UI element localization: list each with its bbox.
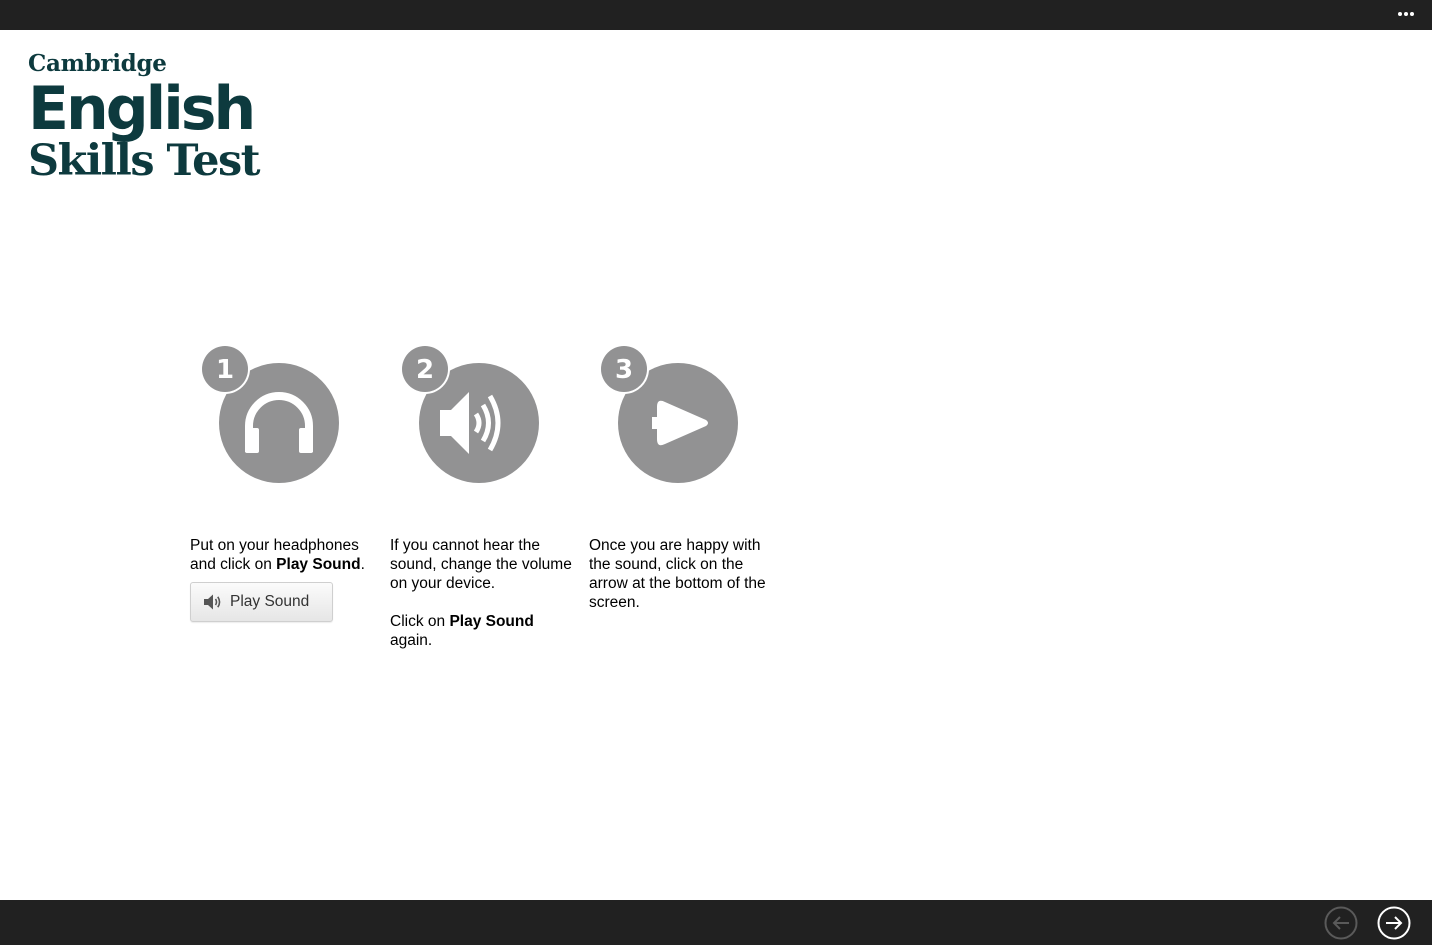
ellipsis-icon-dot [1398, 12, 1402, 16]
step-2-text-bold: Play Sound [449, 613, 534, 630]
step-1-instructions: Put on your headphones and click on Play… [190, 536, 375, 574]
speaker-volume-icon: 2 [390, 340, 550, 490]
step-3-instructions: Once you are happy with the sound, click… [589, 537, 766, 611]
step-2-text-end: again. [390, 632, 433, 649]
step-1-text-bold: Play Sound [276, 556, 361, 573]
bottom-navigation-bar [0, 900, 1432, 945]
arrow-right-circle-icon [1377, 906, 1411, 940]
arrow-left-circle-icon [1324, 906, 1358, 940]
step-number: 2 [416, 355, 434, 385]
step-2: 2 If you cannot hear the sound, change t… [390, 340, 580, 649]
step-2-text-pre: Click on [390, 613, 450, 630]
logo-line-english: English [28, 74, 256, 144]
headphones-icon: 1 [190, 340, 350, 490]
step-1-text-end: . [360, 556, 365, 573]
next-button[interactable] [1377, 906, 1411, 940]
top-bar [0, 0, 1432, 30]
step-2-text-second: Click on Play Sound again. [390, 612, 575, 650]
play-sound-button[interactable]: Play Sound [190, 582, 333, 622]
step-2-instructions: If you cannot hear the sound, change the… [390, 536, 575, 650]
step-3: 3 Once you are happy with the sound, cli… [589, 340, 779, 611]
step-number: 3 [615, 355, 633, 385]
more-options-button[interactable] [1398, 8, 1414, 20]
cambridge-logo: Cambridge English Skills Test [28, 50, 268, 186]
arrow-right-icon: 3 [589, 340, 749, 490]
step-1: 1 Put on your headphones and click on Pl… [190, 340, 380, 622]
play-sound-label: Play Sound [230, 593, 310, 610]
logo-line-skills-test: Skills Test [28, 136, 261, 186]
step-number: 1 [216, 355, 234, 385]
back-button[interactable] [1324, 906, 1358, 940]
step-2-text: If you cannot hear the sound, change the… [390, 537, 572, 592]
ellipsis-icon-dot [1410, 12, 1414, 16]
ellipsis-icon-dot [1404, 12, 1408, 16]
speaker-icon [204, 594, 221, 610]
